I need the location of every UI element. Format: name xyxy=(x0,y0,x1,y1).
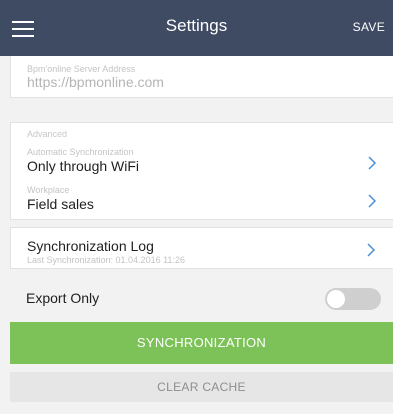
automatic-synchronization-value: Only through WiFi xyxy=(27,158,140,174)
synchronization-button[interactable]: SYNCHRONIZATION xyxy=(10,322,393,364)
advanced-section-label: Advanced xyxy=(27,129,68,139)
chevron-right-icon xyxy=(368,156,377,170)
chevron-right-icon xyxy=(367,243,376,257)
workplace-value: Field sales xyxy=(27,196,94,212)
export-only-toggle[interactable] xyxy=(325,288,381,310)
export-only-row: Export Only xyxy=(10,284,393,312)
save-button[interactable]: SAVE xyxy=(353,20,385,34)
server-address-value: https://bpmonline.com xyxy=(27,74,164,90)
advanced-settings-card: Advanced Automatic Synchronization Only … xyxy=(10,122,393,220)
server-address-label: Bpm'online Server Address xyxy=(27,64,136,74)
export-only-label: Export Only xyxy=(26,290,100,306)
synchronization-log-title: Synchronization Log xyxy=(27,238,154,254)
workplace-row[interactable]: Workplace Field sales xyxy=(11,185,393,221)
toggle-knob xyxy=(327,290,345,308)
automatic-synchronization-label: Automatic Synchronization xyxy=(27,147,134,157)
chevron-right-icon xyxy=(368,194,377,208)
clear-cache-button[interactable]: CLEAR CACHE xyxy=(10,372,393,402)
automatic-synchronization-row[interactable]: Automatic Synchronization Only through W… xyxy=(11,147,393,183)
last-synchronization-text: Last Synchronization: 01.04.2016 11:26 xyxy=(27,255,185,265)
page-title: Settings xyxy=(165,16,228,35)
workplace-label: Workplace xyxy=(27,185,70,195)
server-address-field[interactable]: Bpm'online Server Address https://bpmonl… xyxy=(10,56,393,98)
app-header: Settings SAVE xyxy=(0,0,393,56)
synchronization-log-row[interactable]: Synchronization Log Last Synchronization… xyxy=(10,227,393,269)
